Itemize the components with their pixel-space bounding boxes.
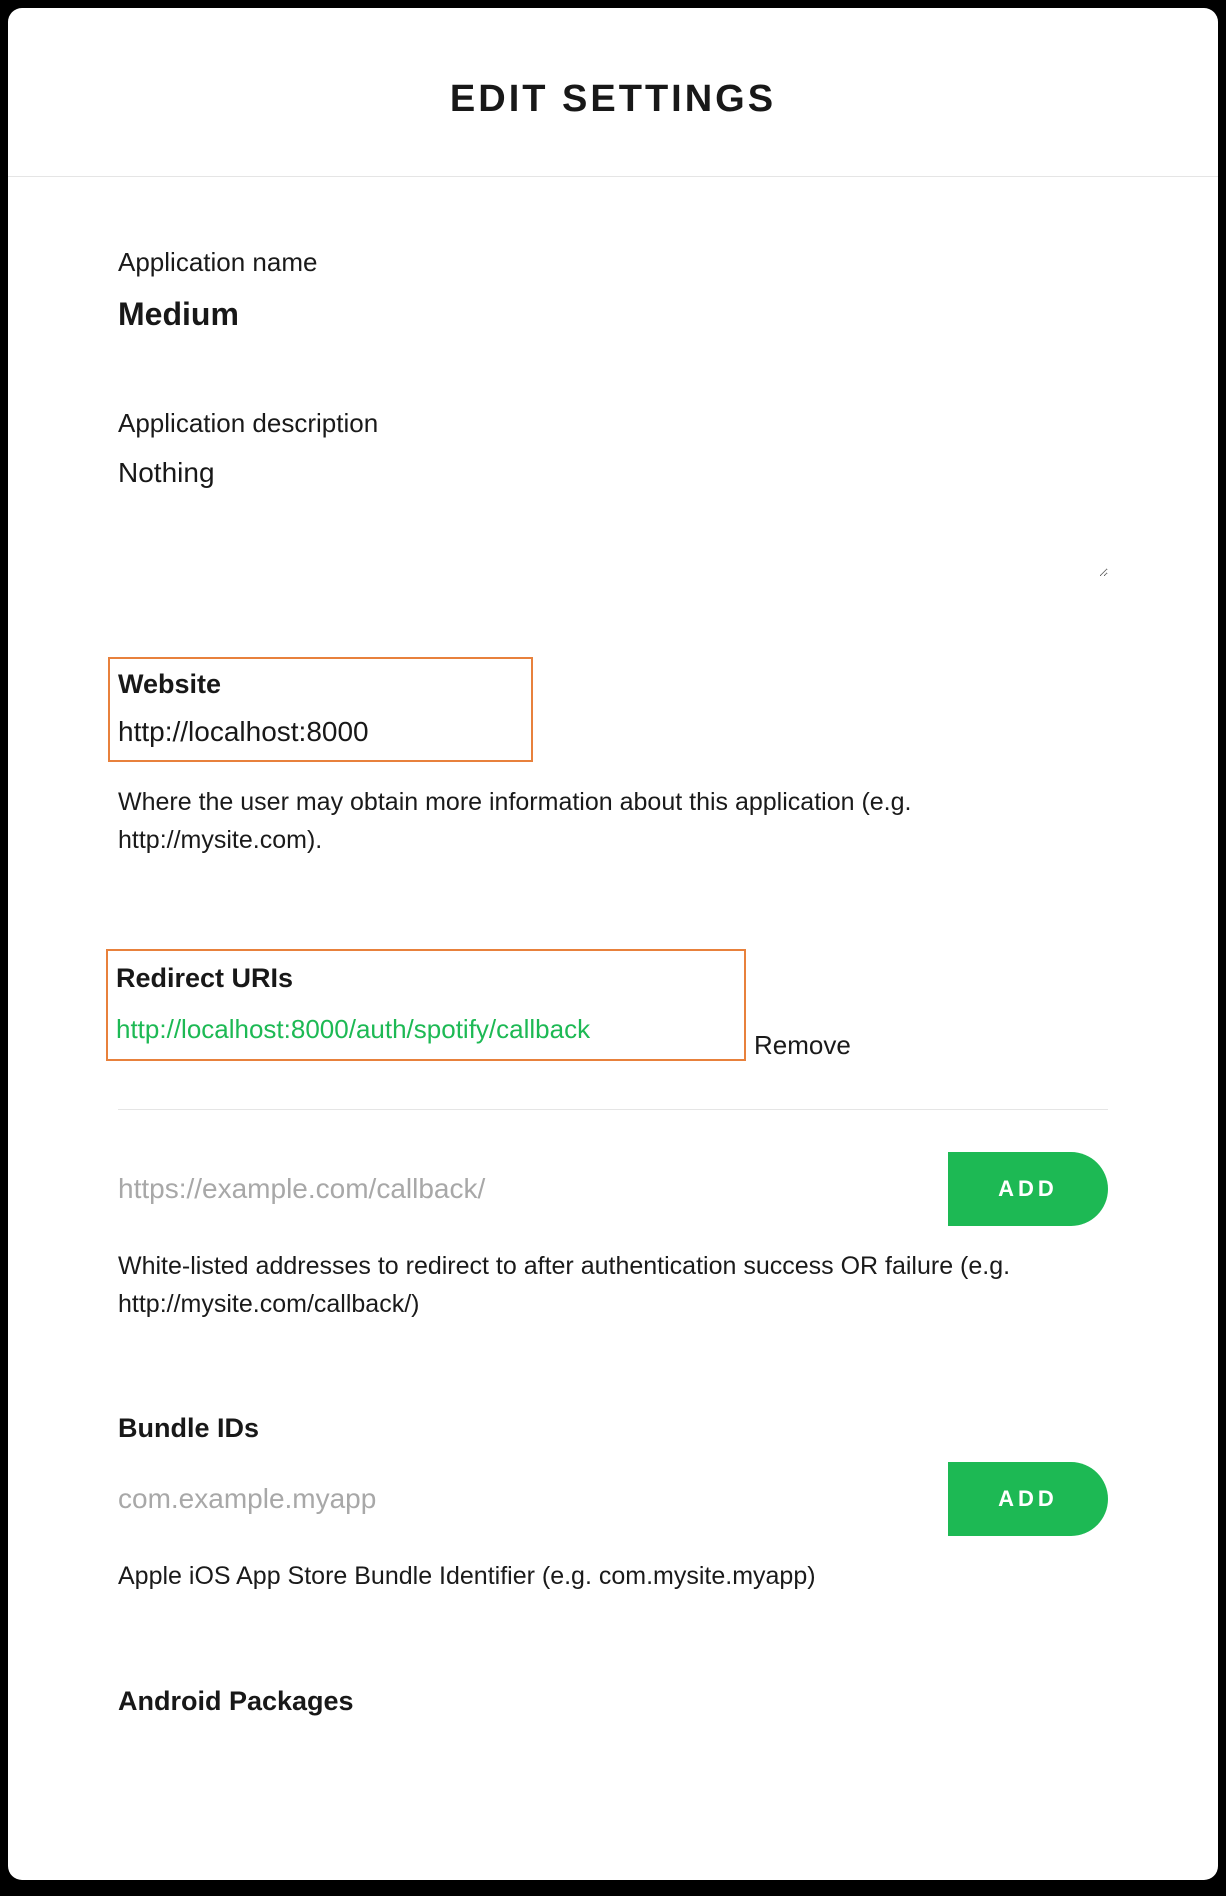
add-bundle-id-button[interactable]: ADD: [948, 1462, 1108, 1536]
website-highlight: Website: [108, 657, 533, 762]
android-packages-label: Android Packages: [118, 1686, 1108, 1717]
remove-redirect-uri-button[interactable]: Remove: [754, 1030, 851, 1060]
bundle-ids-label: Bundle IDs: [118, 1413, 1108, 1444]
application-name-input[interactable]: [118, 296, 1108, 333]
redirect-uri-value: http://localhost:8000/auth/spotify/callb…: [116, 1014, 590, 1044]
add-redirect-uri-row: ADD: [118, 1152, 1108, 1226]
application-description-label: Application description: [118, 408, 1108, 439]
modal-title: EDIT SETTINGS: [8, 78, 1218, 121]
modal-header: EDIT SETTINGS: [8, 8, 1218, 177]
redirect-uris-highlight: Redirect URIs http://localhost:8000/auth…: [106, 949, 746, 1061]
website-group: Website Where the user may obtain more i…: [118, 657, 1108, 859]
application-description-input[interactable]: [118, 457, 1108, 577]
redirect-uri-input[interactable]: [118, 1173, 918, 1205]
add-redirect-uri-button[interactable]: ADD: [948, 1152, 1108, 1226]
redirect-uris-label: Redirect URIs: [116, 963, 736, 994]
redirect-uris-help-text: White-listed addresses to redirect to af…: [118, 1248, 1108, 1323]
application-name-label: Application name: [118, 247, 1108, 278]
application-description-group: Application description: [118, 408, 1108, 582]
android-packages-group: Android Packages: [118, 1686, 1108, 1717]
redirect-uris-group: Redirect URIs http://localhost:8000/auth…: [118, 949, 1108, 1323]
edit-settings-modal: EDIT SETTINGS Application name Applicati…: [8, 8, 1218, 1880]
redirect-divider: [118, 1109, 1108, 1110]
bundle-ids-group: Bundle IDs ADD Apple iOS App Store Bundl…: [118, 1413, 1108, 1596]
bundle-id-input[interactable]: [118, 1483, 918, 1515]
website-help-text: Where the user may obtain more informati…: [118, 784, 1108, 859]
modal-body: Application name Application description…: [8, 177, 1218, 1775]
add-bundle-id-row: ADD: [118, 1462, 1108, 1536]
website-input[interactable]: [118, 716, 523, 748]
bundle-ids-help-text: Apple iOS App Store Bundle Identifier (e…: [118, 1558, 1108, 1596]
website-label: Website: [118, 669, 523, 700]
application-name-group: Application name: [118, 247, 1108, 333]
